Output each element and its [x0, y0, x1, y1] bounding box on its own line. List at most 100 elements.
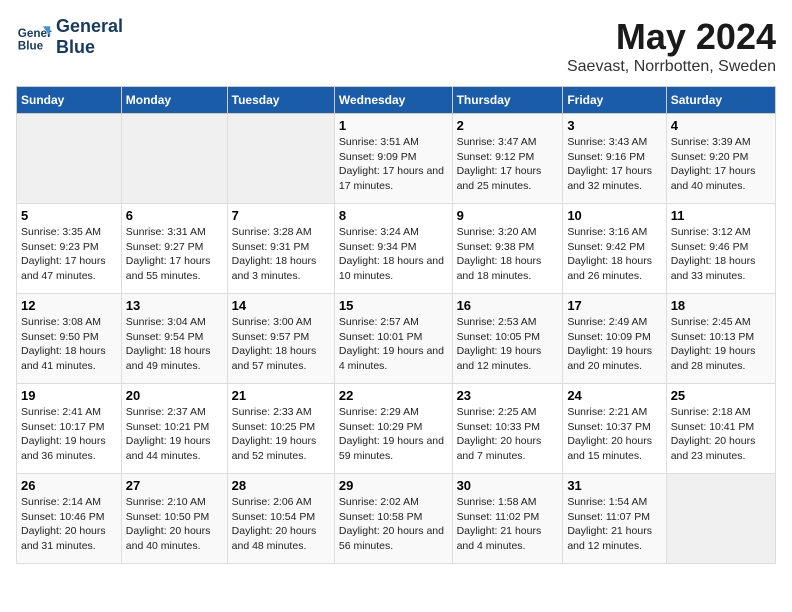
day-cell: 2 Sunrise: 3:47 AMSunset: 9:12 PMDaylight… [452, 114, 563, 204]
day-number: 10 [567, 208, 661, 223]
day-number: 21 [232, 388, 330, 403]
day-cell: 16 Sunrise: 2:53 AMSunset: 10:05 PMDaylig… [452, 294, 563, 384]
day-number: 18 [671, 298, 771, 313]
day-cell [227, 114, 334, 204]
day-header-saturday: Saturday [666, 87, 775, 114]
day-info: Sunrise: 2:45 AMSunset: 10:13 PMDaylight… [671, 315, 771, 374]
day-header-tuesday: Tuesday [227, 87, 334, 114]
day-cell: 23 Sunrise: 2:25 AMSunset: 10:33 PMDaylig… [452, 384, 563, 474]
day-info: Sunrise: 2:21 AMSunset: 10:37 PMDaylight… [567, 405, 661, 464]
day-cell: 12 Sunrise: 3:08 AMSunset: 9:50 PMDayligh… [17, 294, 122, 384]
day-header-thursday: Thursday [452, 87, 563, 114]
day-number: 5 [21, 208, 117, 223]
day-number: 15 [339, 298, 448, 313]
day-number: 22 [339, 388, 448, 403]
day-number: 4 [671, 118, 771, 133]
day-cell: 3 Sunrise: 3:43 AMSunset: 9:16 PMDaylight… [563, 114, 666, 204]
day-info: Sunrise: 3:35 AMSunset: 9:23 PMDaylight:… [21, 225, 117, 284]
day-number: 3 [567, 118, 661, 133]
day-cell: 22Sunrise: 2:29 AMSunset: 10:29 PMDaylig… [334, 384, 452, 474]
day-info: Sunrise: 3:24 AMSunset: 9:34 PMDaylight:… [339, 225, 448, 284]
day-info: Sunrise: 3:39 AMSunset: 9:20 PMDaylight:… [671, 135, 771, 194]
day-info: Sunrise: 3:51 AMSunset: 9:09 PMDaylight:… [339, 135, 448, 194]
day-info: Sunrise: 3:31 AMSunset: 9:27 PMDaylight:… [126, 225, 223, 284]
day-info: Sunrise: 2:33 AMSunset: 10:25 PMDaylight… [232, 405, 330, 464]
day-info: Sunrise: 2:37 AMSunset: 10:21 PMDaylight… [126, 405, 223, 464]
day-cell: 18 Sunrise: 2:45 AMSunset: 10:13 PMDaylig… [666, 294, 775, 384]
day-number: 16 [457, 298, 559, 313]
day-cell: 25Sunrise: 2:18 AMSunset: 10:41 PMDaylig… [666, 384, 775, 474]
day-info: Sunrise: 2:41 AMSunset: 10:17 PMDaylight… [21, 405, 117, 464]
day-cell: 28Sunrise: 2:06 AMSunset: 10:54 PMDaylig… [227, 474, 334, 564]
day-cell: 4 Sunrise: 3:39 AMSunset: 9:20 PMDaylight… [666, 114, 775, 204]
day-info: Sunrise: 2:57 AMSunset: 10:01 PMDaylight… [339, 315, 448, 374]
day-cell: 1 Sunrise: 3:51 AMSunset: 9:09 PMDaylight… [334, 114, 452, 204]
day-cell: 29 Sunrise: 2:02 AMSunset: 10:58 PMDaylig… [334, 474, 452, 564]
week-row-1: 1 Sunrise: 3:51 AMSunset: 9:09 PMDaylight… [17, 114, 776, 204]
day-cell: 10Sunrise: 3:16 AMSunset: 9:42 PMDayligh… [563, 204, 666, 294]
day-number: 31 [567, 478, 661, 493]
day-info: Sunrise: 3:20 AMSunset: 9:38 PMDaylight:… [457, 225, 559, 284]
day-header-friday: Friday [563, 87, 666, 114]
logo-general: General [56, 16, 123, 37]
day-info: Sunrise: 2:49 AMSunset: 10:09 PMDaylight… [567, 315, 661, 374]
day-number: 9 [457, 208, 559, 223]
day-cell: 7Sunrise: 3:28 AMSunset: 9:31 PMDaylight… [227, 204, 334, 294]
day-cell: 15 Sunrise: 2:57 AMSunset: 10:01 PMDaylig… [334, 294, 452, 384]
day-info: Sunrise: 3:43 AMSunset: 9:16 PMDaylight:… [567, 135, 661, 194]
day-cell: 30 Sunrise: 1:58 AMSunset: 11:02 PMDaylig… [452, 474, 563, 564]
day-cell: 9 Sunrise: 3:20 AMSunset: 9:38 PMDaylight… [452, 204, 563, 294]
day-number: 17 [567, 298, 661, 313]
day-cell: 17 Sunrise: 2:49 AMSunset: 10:09 PMDaylig… [563, 294, 666, 384]
days-header-row: SundayMondayTuesdayWednesdayThursdayFrid… [17, 87, 776, 114]
day-number: 11 [671, 208, 771, 223]
day-info: Sunrise: 2:06 AMSunset: 10:54 PMDaylight… [232, 495, 330, 554]
day-cell: 13Sunrise: 3:04 AMSunset: 9:54 PMDayligh… [121, 294, 227, 384]
day-info: Sunrise: 2:02 AMSunset: 10:58 PMDaylight… [339, 495, 448, 554]
day-cell [121, 114, 227, 204]
day-info: Sunrise: 3:08 AMSunset: 9:50 PMDaylight:… [21, 315, 117, 374]
day-number: 25 [671, 388, 771, 403]
calendar-table: SundayMondayTuesdayWednesdayThursdayFrid… [16, 86, 776, 564]
day-number: 23 [457, 388, 559, 403]
day-info: Sunrise: 3:47 AMSunset: 9:12 PMDaylight:… [457, 135, 559, 194]
day-header-wednesday: Wednesday [334, 87, 452, 114]
location-subtitle: Saevast, Norrbotten, Sweden [567, 58, 776, 76]
week-row-2: 5 Sunrise: 3:35 AMSunset: 9:23 PMDaylight… [17, 204, 776, 294]
day-info: Sunrise: 1:58 AMSunset: 11:02 PMDaylight… [457, 495, 559, 554]
day-info: Sunrise: 3:00 AMSunset: 9:57 PMDaylight:… [232, 315, 330, 374]
day-number: 19 [21, 388, 117, 403]
day-info: Sunrise: 3:12 AMSunset: 9:46 PMDaylight:… [671, 225, 771, 284]
day-cell [666, 474, 775, 564]
day-info: Sunrise: 2:53 AMSunset: 10:05 PMDaylight… [457, 315, 559, 374]
day-cell: 8Sunrise: 3:24 AMSunset: 9:34 PMDaylight… [334, 204, 452, 294]
title-block: May 2024 Saevast, Norrbotten, Sweden [567, 16, 776, 76]
day-number: 7 [232, 208, 330, 223]
page-header: General Blue General Blue May 2024 Saeva… [16, 16, 776, 76]
day-info: Sunrise: 2:25 AMSunset: 10:33 PMDaylight… [457, 405, 559, 464]
week-row-3: 12 Sunrise: 3:08 AMSunset: 9:50 PMDayligh… [17, 294, 776, 384]
day-cell: 21 Sunrise: 2:33 AMSunset: 10:25 PMDaylig… [227, 384, 334, 474]
day-cell: 26 Sunrise: 2:14 AMSunset: 10:46 PMDaylig… [17, 474, 122, 564]
day-number: 30 [457, 478, 559, 493]
day-cell: 14 Sunrise: 3:00 AMSunset: 9:57 PMDayligh… [227, 294, 334, 384]
svg-text:Blue: Blue [18, 40, 44, 53]
day-number: 1 [339, 118, 448, 133]
day-number: 26 [21, 478, 117, 493]
day-number: 20 [126, 388, 223, 403]
day-cell: 24Sunrise: 2:21 AMSunset: 10:37 PMDaylig… [563, 384, 666, 474]
day-number: 29 [339, 478, 448, 493]
month-title: May 2024 [567, 16, 776, 58]
day-info: Sunrise: 1:54 AMSunset: 11:07 PMDaylight… [567, 495, 661, 554]
day-number: 12 [21, 298, 117, 313]
day-number: 14 [232, 298, 330, 313]
day-cell: 11 Sunrise: 3:12 AMSunset: 9:46 PMDayligh… [666, 204, 775, 294]
day-info: Sunrise: 2:14 AMSunset: 10:46 PMDaylight… [21, 495, 117, 554]
day-number: 2 [457, 118, 559, 133]
day-cell: 6Sunrise: 3:31 AMSunset: 9:27 PMDaylight… [121, 204, 227, 294]
day-cell: 27Sunrise: 2:10 AMSunset: 10:50 PMDaylig… [121, 474, 227, 564]
day-cell: 31 Sunrise: 1:54 AMSunset: 11:07 PMDaylig… [563, 474, 666, 564]
day-info: Sunrise: 3:04 AMSunset: 9:54 PMDaylight:… [126, 315, 223, 374]
week-row-4: 19 Sunrise: 2:41 AMSunset: 10:17 PMDaylig… [17, 384, 776, 474]
day-cell: 5 Sunrise: 3:35 AMSunset: 9:23 PMDaylight… [17, 204, 122, 294]
